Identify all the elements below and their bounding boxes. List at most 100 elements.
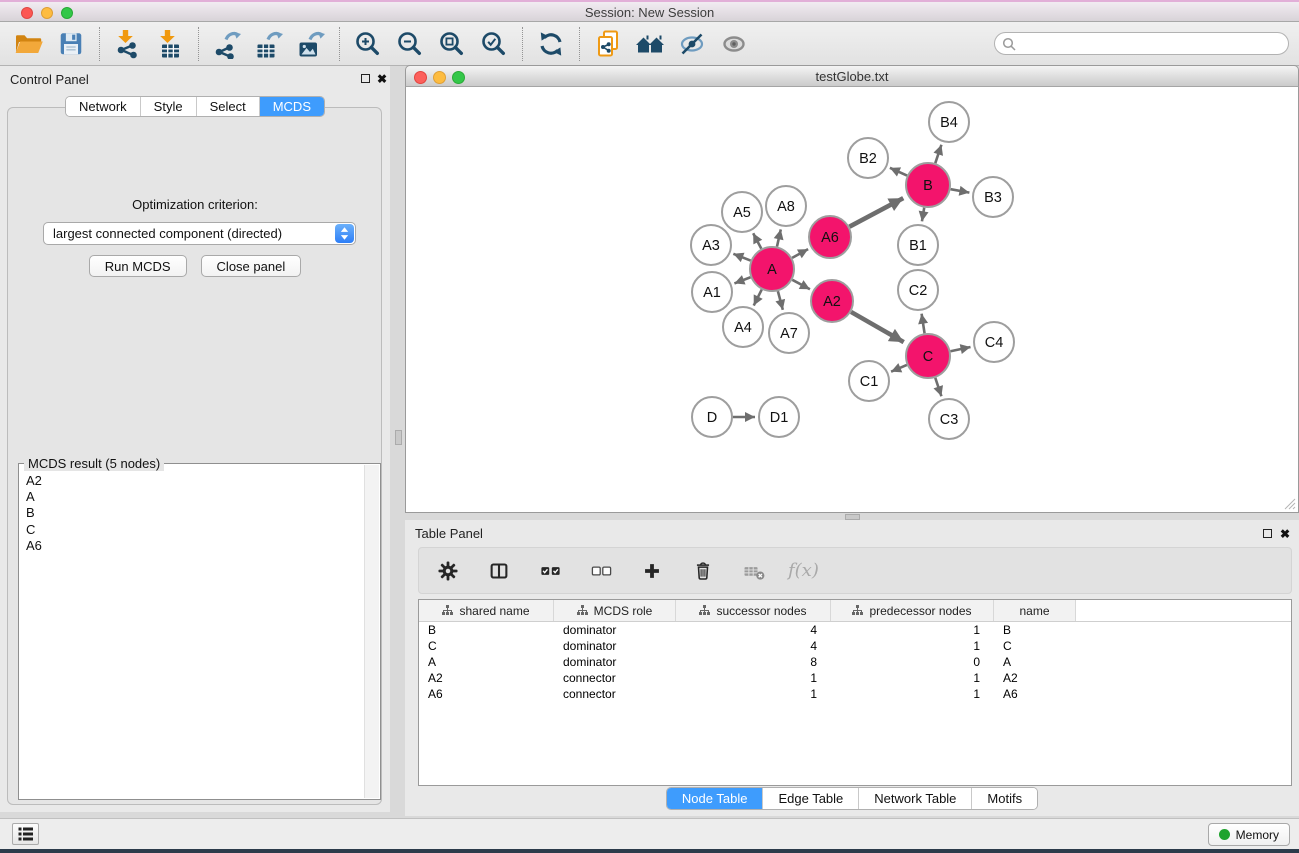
- import-network-button[interactable]: [108, 25, 148, 63]
- close-panel-icon[interactable]: ✖: [377, 73, 387, 85]
- mcds-result-item[interactable]: A2: [20, 473, 365, 489]
- zoom-out-button[interactable]: [390, 25, 430, 63]
- open-session-button[interactable]: [9, 25, 49, 63]
- mcds-result-item[interactable]: A6: [20, 538, 365, 554]
- home-button[interactable]: [630, 25, 670, 63]
- graph-node-C1[interactable]: C1: [849, 361, 889, 401]
- graph-edge-A-A7[interactable]: [778, 291, 783, 310]
- float-panel-icon[interactable]: [361, 74, 370, 83]
- graph-edge-A-A8[interactable]: [777, 229, 781, 246]
- cell-MCDS-role[interactable]: dominator: [554, 654, 676, 670]
- graph-node-C2[interactable]: C2: [898, 270, 938, 310]
- column-header-successor-nodes[interactable]: successor nodes: [676, 600, 831, 621]
- table-row[interactable]: Bdominator41B: [419, 622, 1291, 638]
- graph-edge-B-B4[interactable]: [935, 145, 941, 163]
- float-panel-icon[interactable]: [1263, 529, 1272, 538]
- cell-successor-nodes[interactable]: 8: [676, 654, 831, 670]
- save-session-button[interactable]: [51, 25, 91, 63]
- mcds-result-item[interactable]: C: [20, 522, 365, 538]
- graph-node-A2[interactable]: A2: [811, 280, 853, 322]
- graph-node-C[interactable]: C: [906, 334, 950, 378]
- cell-predecessor-nodes[interactable]: 1: [831, 670, 994, 686]
- delete-table-button[interactable]: [737, 554, 771, 588]
- memory-button[interactable]: Memory: [1208, 823, 1290, 846]
- graph-node-C3[interactable]: C3: [929, 399, 969, 439]
- task-history-button[interactable]: [12, 823, 39, 845]
- graph-edge-C-C4[interactable]: [950, 347, 970, 351]
- cell-predecessor-nodes[interactable]: 0: [831, 654, 994, 670]
- graph-edge-A-A3[interactable]: [733, 254, 750, 261]
- cell-shared-name[interactable]: A6: [419, 686, 554, 702]
- graph-node-B2[interactable]: B2: [848, 138, 888, 178]
- cell-successor-nodes[interactable]: 4: [676, 622, 831, 638]
- criterion-select[interactable]: largest connected component (directed): [43, 222, 356, 245]
- import-table-button[interactable]: [150, 25, 190, 63]
- graph-edge-C-C1[interactable]: [891, 365, 907, 372]
- graph-edge-A2-C[interactable]: [851, 312, 904, 342]
- cell-predecessor-nodes[interactable]: 1: [831, 622, 994, 638]
- cell-successor-nodes[interactable]: 1: [676, 686, 831, 702]
- zoom-in-button[interactable]: [348, 25, 388, 63]
- column-header-predecessor-nodes[interactable]: predecessor nodes: [831, 600, 994, 621]
- cell-name[interactable]: A2: [994, 670, 1076, 686]
- create-column-button[interactable]: [635, 554, 669, 588]
- cell-name[interactable]: A6: [994, 686, 1076, 702]
- export-network-button[interactable]: [207, 25, 247, 63]
- cell-name[interactable]: B: [994, 622, 1076, 638]
- tab-mcds[interactable]: MCDS: [259, 97, 324, 116]
- mcds-result-item[interactable]: A: [20, 489, 365, 505]
- graph-node-A4[interactable]: A4: [723, 307, 763, 347]
- graph-edge-B-B1[interactable]: [922, 208, 924, 222]
- refresh-button[interactable]: [531, 25, 571, 63]
- graph-node-B[interactable]: B: [906, 163, 950, 207]
- graph-node-A7[interactable]: A7: [769, 313, 809, 353]
- delete-columns-button[interactable]: [686, 554, 720, 588]
- export-image-button[interactable]: [291, 25, 331, 63]
- graph-node-A1[interactable]: A1: [692, 272, 732, 312]
- graph-node-B1[interactable]: B1: [898, 225, 938, 265]
- graph-edge-A-A6[interactable]: [792, 249, 808, 258]
- graph-edge-A-A1[interactable]: [734, 277, 750, 283]
- cell-MCDS-role[interactable]: dominator: [554, 638, 676, 654]
- cell-shared-name[interactable]: C: [419, 638, 554, 654]
- tab-network-table[interactable]: Network Table: [858, 788, 971, 809]
- cell-name[interactable]: A: [994, 654, 1076, 670]
- network-graph[interactable]: B4B2BB3A5A8A6A3B1AA1C2A2A4A7CC4C1C3DD1: [406, 87, 1298, 511]
- zoom-fit-button[interactable]: [432, 25, 472, 63]
- graph-edge-C-C2[interactable]: [922, 314, 925, 334]
- share-network-button[interactable]: [588, 25, 628, 63]
- graph-node-B3[interactable]: B3: [973, 177, 1013, 217]
- cell-shared-name[interactable]: A: [419, 654, 554, 670]
- show-column-panel-button[interactable]: [482, 554, 516, 588]
- network-canvas[interactable]: B4B2BB3A5A8A6A3B1AA1C2A2A4A7CC4C1C3DD1: [405, 87, 1299, 513]
- result-scrollbar[interactable]: [364, 465, 379, 798]
- graph-edge-A-A5[interactable]: [753, 233, 761, 248]
- table-row[interactable]: Cdominator41C: [419, 638, 1291, 654]
- cell-shared-name[interactable]: B: [419, 622, 554, 638]
- run-mcds-button[interactable]: Run MCDS: [89, 255, 187, 277]
- deselect-all-button[interactable]: [584, 554, 618, 588]
- graph-node-D[interactable]: D: [692, 397, 732, 437]
- graph-node-A[interactable]: A: [750, 247, 794, 291]
- graph-node-A3[interactable]: A3: [691, 225, 731, 265]
- vertical-scroll-thumb[interactable]: [395, 430, 402, 445]
- graph-edge-B-B2[interactable]: [890, 168, 907, 176]
- cell-successor-nodes[interactable]: 1: [676, 670, 831, 686]
- graph-node-D1[interactable]: D1: [759, 397, 799, 437]
- cell-MCDS-role[interactable]: dominator: [554, 622, 676, 638]
- show-button[interactable]: [714, 25, 754, 63]
- network-window-titlebar[interactable]: testGlobe.txt: [405, 65, 1299, 87]
- graph-node-A5[interactable]: A5: [722, 192, 762, 232]
- tab-node-table[interactable]: Node Table: [667, 788, 763, 809]
- zoom-selected-button[interactable]: [474, 25, 514, 63]
- hide-button[interactable]: [672, 25, 712, 63]
- tab-network[interactable]: Network: [66, 97, 140, 116]
- column-header-shared-name[interactable]: shared name: [419, 600, 554, 621]
- search-input[interactable]: [1021, 35, 1280, 53]
- graph-edge-A-A4[interactable]: [754, 290, 762, 306]
- resize-grip[interactable]: [1284, 498, 1296, 510]
- mcds-result-item[interactable]: B: [20, 505, 365, 521]
- close-panel-icon[interactable]: ✖: [1280, 528, 1290, 540]
- graph-edge-B-B3[interactable]: [951, 189, 970, 192]
- table-row[interactable]: Adominator80A: [419, 654, 1291, 670]
